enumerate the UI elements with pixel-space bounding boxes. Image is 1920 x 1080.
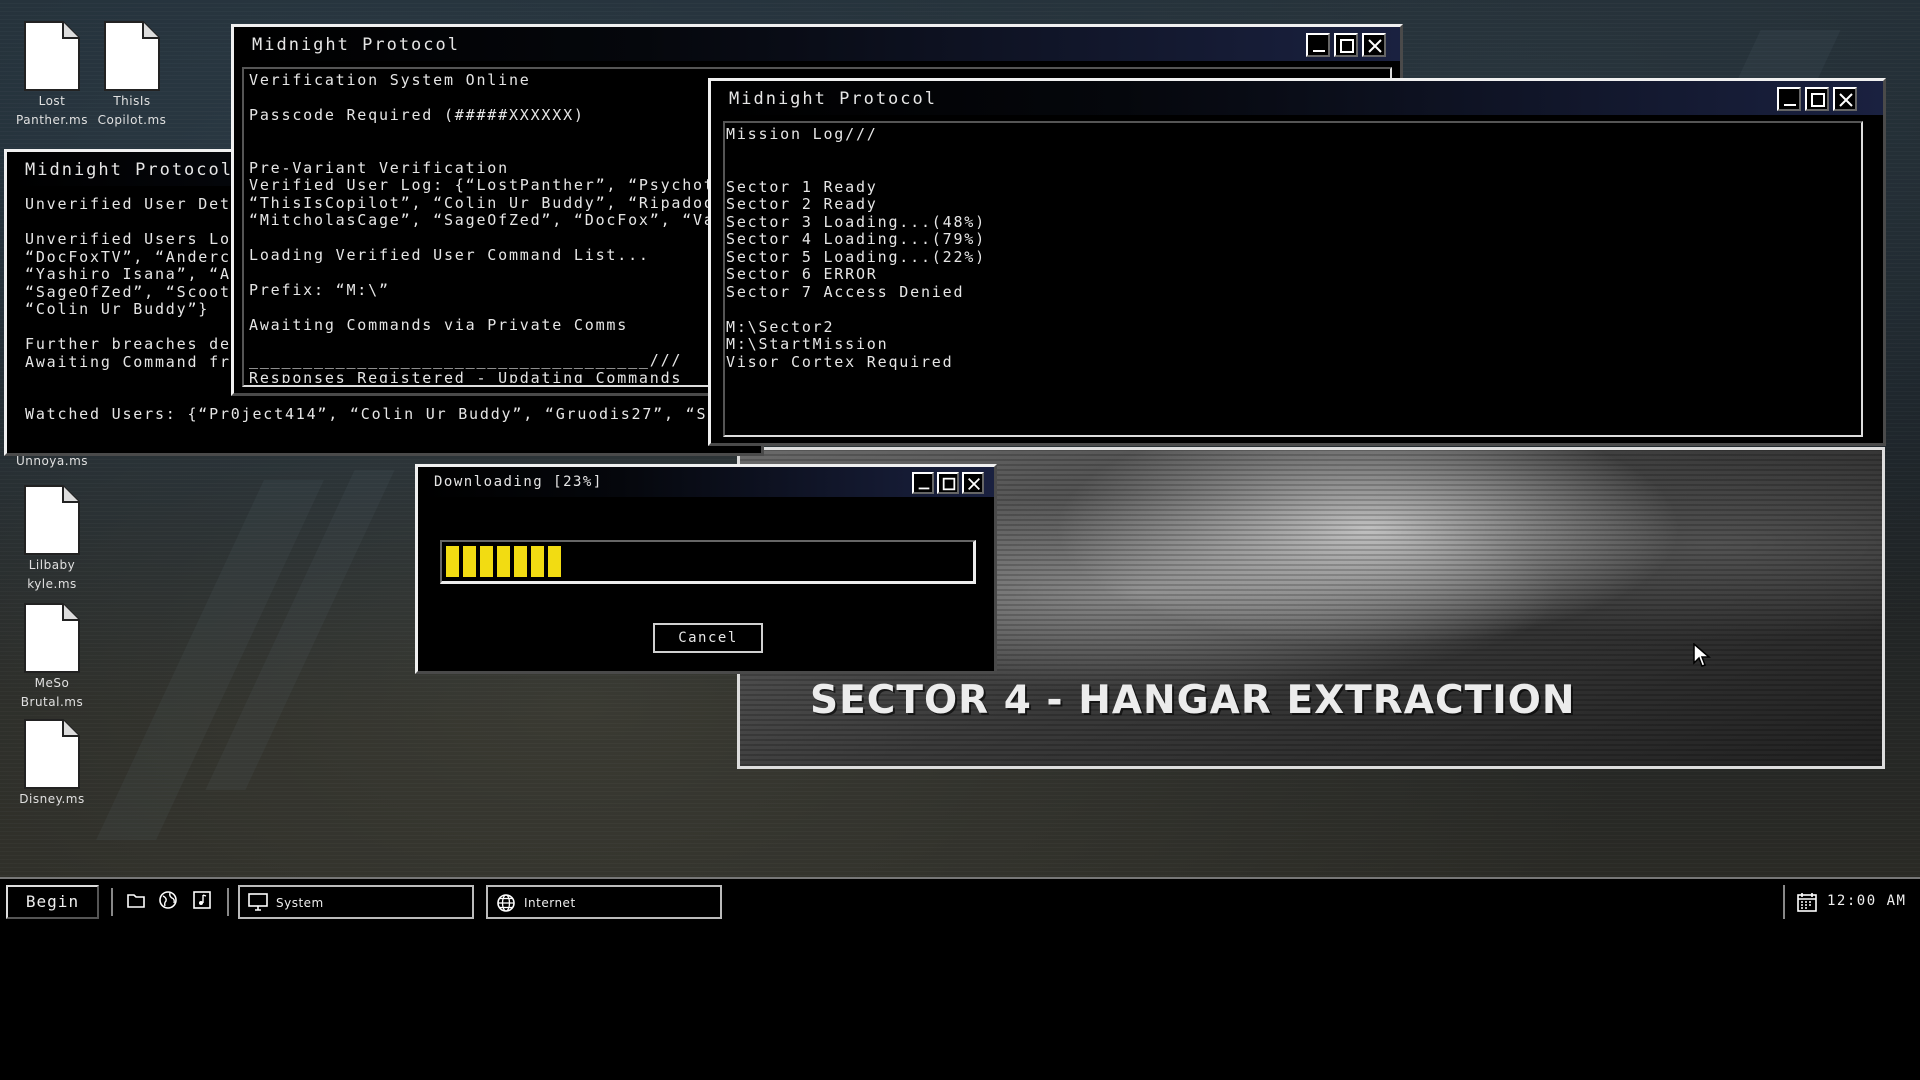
globe-icon bbox=[497, 894, 515, 912]
progress-segment bbox=[463, 546, 476, 577]
calendar-icon bbox=[1797, 893, 1817, 912]
file-label-line1: MeSo bbox=[34, 676, 70, 690]
taskbar-clock[interactable]: 12:00 AM bbox=[1783, 885, 1911, 919]
text-line: Watched Users: {“Pr0ject414”, “Colin Ur … bbox=[25, 405, 747, 423]
text-line: M:\StartMission bbox=[726, 335, 889, 353]
text-line bbox=[726, 144, 1869, 162]
file-label-line2: Panther.ms bbox=[16, 113, 88, 127]
desktop-file-icon-thisiscopilot[interactable]: ThisIs Copilot.ms bbox=[92, 20, 172, 130]
file-label-line2: kyle.ms bbox=[27, 577, 77, 591]
file-icon bbox=[24, 603, 80, 673]
begin-button[interactable]: Begin bbox=[6, 885, 99, 919]
minimize-icon bbox=[1313, 50, 1325, 52]
download-dialog[interactable]: Downloading [23%] Cancel bbox=[415, 464, 997, 674]
file-label-line1: ThisIs bbox=[113, 94, 151, 108]
taskbar-item-system[interactable]: System bbox=[238, 885, 474, 919]
desktop-file-icon-lilbabykyle[interactable]: Lilbaby kyle.ms bbox=[12, 484, 92, 594]
text-line: Sector 2 Ready bbox=[726, 195, 878, 213]
close-icon bbox=[1368, 39, 1382, 53]
taskbar-item-internet[interactable]: Internet bbox=[486, 885, 722, 919]
desktop-file-icon-disney[interactable]: Disney.ms bbox=[12, 718, 92, 809]
text-line: Visor Cortex Required bbox=[726, 352, 954, 371]
close-icon bbox=[1839, 93, 1853, 107]
maximize-button[interactable] bbox=[937, 472, 959, 494]
text-line: M:\Sector2 bbox=[726, 317, 835, 336]
taskbar-divider bbox=[111, 888, 113, 916]
taskbar-item-label: System bbox=[276, 896, 324, 910]
file-label-line2: Disney.ms bbox=[19, 792, 85, 806]
window-title: Downloading [23%] bbox=[434, 474, 603, 490]
window-title: Midnight Protocol bbox=[252, 35, 460, 55]
progress-segment bbox=[480, 546, 493, 577]
video-caption: SECTOR 4 - HANGAR EXTRACTION bbox=[810, 678, 1576, 723]
minimize-button[interactable] bbox=[1777, 87, 1801, 111]
close-button[interactable] bbox=[962, 472, 984, 494]
window-titlebar[interactable]: Midnight Protocol bbox=[234, 27, 1400, 61]
taskbar-divider bbox=[227, 888, 229, 916]
minimize-button[interactable] bbox=[912, 472, 934, 494]
progress-segment bbox=[531, 546, 544, 577]
maximize-icon bbox=[1340, 39, 1354, 53]
progress-segment bbox=[514, 546, 527, 577]
file-label-line1: Lilbaby bbox=[28, 558, 76, 572]
progress-segment bbox=[497, 546, 510, 577]
desktop-file-icon-mesobrutal[interactable]: MeSo Brutal.ms bbox=[12, 602, 92, 712]
text-line: Sector 4 Loading...(79%) bbox=[726, 230, 986, 248]
close-icon bbox=[968, 478, 980, 490]
maximize-icon bbox=[1811, 93, 1825, 107]
taskbar: Begin System Internet 12:00 AM bbox=[0, 877, 1920, 921]
maximize-button[interactable] bbox=[1805, 87, 1829, 111]
monitor-icon bbox=[248, 893, 268, 911]
desktop-file-icon-lostpanther[interactable]: Lost Panther.ms bbox=[12, 20, 92, 130]
file-icon bbox=[104, 21, 160, 91]
window-title: Midnight Protocol bbox=[25, 160, 233, 180]
folder-icon[interactable] bbox=[126, 890, 146, 910]
music-icon[interactable] bbox=[192, 890, 212, 910]
close-button[interactable] bbox=[1362, 33, 1386, 57]
minimize-icon bbox=[918, 487, 930, 490]
window-titlebar[interactable]: Downloading [23%] bbox=[418, 467, 994, 497]
text-line bbox=[726, 301, 1869, 319]
file-icon bbox=[24, 485, 80, 555]
maximize-icon bbox=[942, 477, 956, 491]
progress-segment bbox=[548, 546, 561, 577]
taskbar-item-label: Internet bbox=[524, 896, 576, 910]
file-label-line2: Brutal.ms bbox=[20, 695, 84, 709]
minimize-button[interactable] bbox=[1306, 33, 1330, 57]
download-progress-fill bbox=[446, 546, 561, 577]
text-line: Sector 7 Access Denied bbox=[726, 282, 965, 301]
text-line: Sector 1 Ready bbox=[726, 177, 878, 196]
window-mission-log[interactable]: Midnight Protocol Mission Log/// Sector … bbox=[708, 78, 1886, 446]
file-label-line2: Copilot.ms bbox=[97, 113, 167, 127]
text-line bbox=[726, 161, 1869, 179]
window-text: Mission Log/// Sector 1 Ready Sector 2 Re… bbox=[726, 126, 1869, 433]
window-titlebar[interactable]: Midnight Protocol bbox=[711, 81, 1883, 115]
globe-icon[interactable] bbox=[158, 890, 178, 910]
mouse-cursor-icon bbox=[1693, 643, 1711, 667]
text-line: Sector 6 ERROR bbox=[726, 265, 878, 283]
clock-time: 12:00 AM bbox=[1827, 893, 1907, 909]
progress-segment bbox=[446, 546, 459, 577]
file-icon bbox=[24, 21, 80, 91]
text-line: Mission Log/// bbox=[726, 126, 878, 143]
text-line: Sector 3 Loading...(48%) bbox=[726, 212, 986, 231]
file-label-line1: Lost bbox=[38, 94, 66, 108]
text-line: Sector 5 Loading...(22%) bbox=[726, 247, 986, 266]
close-button[interactable] bbox=[1833, 87, 1857, 111]
download-progress-bar bbox=[440, 540, 976, 584]
cancel-button[interactable]: Cancel bbox=[653, 623, 763, 653]
file-icon bbox=[24, 719, 80, 789]
desktop: Lost Panther.ms ThisIs Copilot.ms Unnoya… bbox=[0, 0, 1920, 880]
minimize-icon bbox=[1784, 104, 1796, 106]
window-title: Midnight Protocol bbox=[729, 89, 937, 109]
maximize-button[interactable] bbox=[1334, 33, 1358, 57]
